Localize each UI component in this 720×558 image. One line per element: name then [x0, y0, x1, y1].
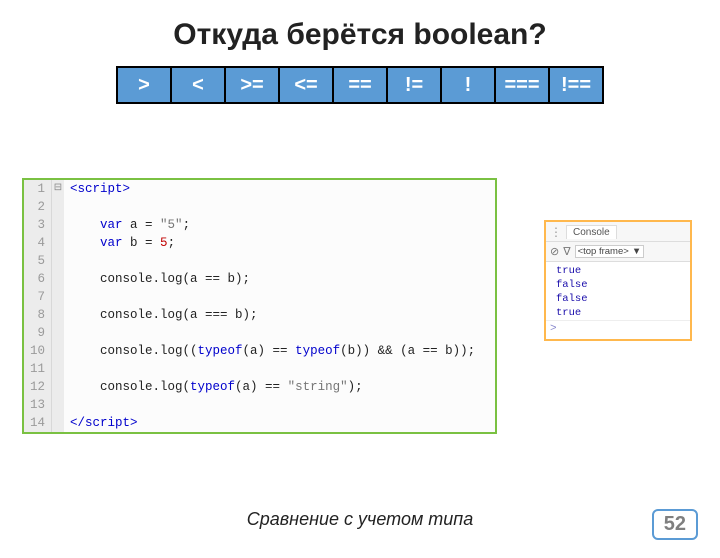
console-line: true [556, 306, 684, 320]
code-line: 8 console.log(a === b); [24, 306, 495, 324]
code-content [64, 288, 495, 306]
operator-cell: == [333, 67, 387, 103]
operator-cell: > [117, 67, 171, 103]
fold-marker: ⊟ [52, 180, 64, 198]
code-editor: 1⊟<script>23 var a = "5";4 var b = 5;56 … [22, 178, 497, 434]
console-line: true [556, 264, 684, 278]
console-line: false [556, 292, 684, 306]
fold-marker [52, 396, 64, 414]
code-line: 2 [24, 198, 495, 216]
code-content [64, 396, 495, 414]
devtools-console: ⋮ Console ⊘ ∇ <top frame> ▼ truefalsefal… [544, 220, 692, 341]
fold-marker [52, 324, 64, 342]
console-line: false [556, 278, 684, 292]
code-line: 7 [24, 288, 495, 306]
code-line: 14 </script> [24, 414, 495, 432]
line-number: 13 [24, 396, 52, 414]
fold-marker [52, 234, 64, 252]
code-content: console.log(typeof(a) == "string"); [64, 378, 495, 396]
clear-icon[interactable]: ⊘ [550, 245, 559, 258]
line-number: 8 [24, 306, 52, 324]
line-number: 2 [24, 198, 52, 216]
line-number: 6 [24, 270, 52, 288]
fold-marker [52, 216, 64, 234]
console-prompt[interactable]: > [546, 320, 690, 339]
menu-icon[interactable]: ⋮ [546, 225, 566, 239]
code-line: 11 [24, 360, 495, 378]
code-line: 13 [24, 396, 495, 414]
code-content [64, 360, 495, 378]
line-number: 7 [24, 288, 52, 306]
code-content [64, 252, 495, 270]
code-content: var b = 5; [64, 234, 495, 252]
operator-cell: != [387, 67, 441, 103]
code-content: var a = "5"; [64, 216, 495, 234]
code-content: <script> [64, 180, 495, 198]
code-line: 5 [24, 252, 495, 270]
console-toolbar: ⊘ ∇ <top frame> ▼ [546, 242, 690, 262]
frame-select[interactable]: <top frame> ▼ [575, 245, 645, 258]
console-output: truefalsefalsetrue [546, 262, 690, 320]
code-line: 9 [24, 324, 495, 342]
fold-marker [52, 342, 64, 360]
filter-icon[interactable]: ∇ [563, 245, 570, 258]
code-line: 12 console.log(typeof(a) == "string"); [24, 378, 495, 396]
line-number: 4 [24, 234, 52, 252]
code-content: console.log((typeof(a) == typeof(b)) && … [64, 342, 495, 360]
fold-marker [52, 306, 64, 324]
line-number: 9 [24, 324, 52, 342]
fold-marker [52, 378, 64, 396]
operator-cell: !== [549, 67, 603, 103]
code-content: </script> [64, 414, 495, 432]
line-number: 10 [24, 342, 52, 360]
code-content [64, 324, 495, 342]
line-number: 12 [24, 378, 52, 396]
operator-cell: >= [225, 67, 279, 103]
tab-console[interactable]: Console [566, 225, 617, 239]
operator-cell: <= [279, 67, 333, 103]
line-number: 1 [24, 180, 52, 198]
console-tab-bar: ⋮ Console [546, 222, 690, 242]
code-content: console.log(a == b); [64, 270, 495, 288]
code-line: 6 console.log(a == b); [24, 270, 495, 288]
frame-select-label: <top frame> [578, 246, 629, 257]
fold-marker [52, 270, 64, 288]
fold-marker [52, 198, 64, 216]
chevron-down-icon: ▼ [632, 246, 641, 257]
line-number: 5 [24, 252, 52, 270]
fold-marker [52, 360, 64, 378]
line-number: 11 [24, 360, 52, 378]
operator-cell: < [171, 67, 225, 103]
fold-marker [52, 288, 64, 306]
code-line: 10 console.log((typeof(a) == typeof(b)) … [24, 342, 495, 360]
operator-cell: ! [441, 67, 495, 103]
page-number: 52 [652, 509, 698, 540]
code-line: 1⊟<script> [24, 180, 495, 198]
code-content [64, 198, 495, 216]
operator-table: ><>=<===!=!===!== [116, 66, 604, 104]
code-line: 4 var b = 5; [24, 234, 495, 252]
page-title: Откуда берётся boolean? [0, 18, 720, 52]
caption: Сравнение с учетом типа [0, 509, 720, 530]
code-line: 3 var a = "5"; [24, 216, 495, 234]
code-content: console.log(a === b); [64, 306, 495, 324]
operator-cell: === [495, 67, 549, 103]
line-number: 14 [24, 414, 52, 432]
fold-marker [52, 414, 64, 432]
line-number: 3 [24, 216, 52, 234]
fold-marker [52, 252, 64, 270]
